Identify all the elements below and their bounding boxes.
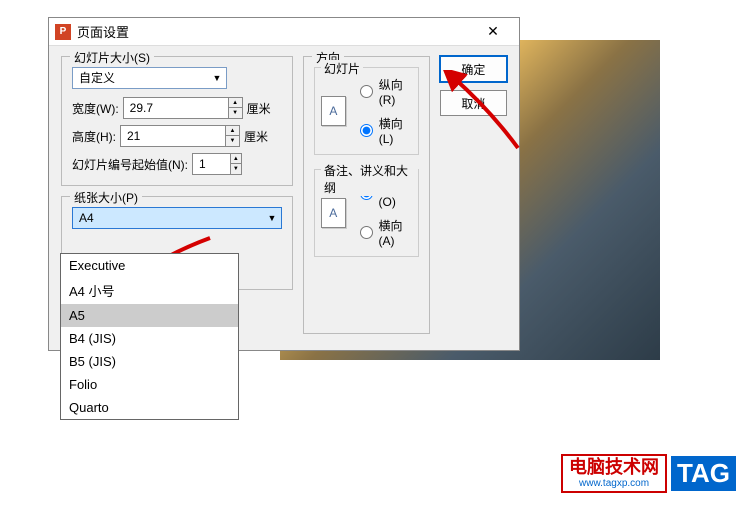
notes-subgroup-label: 备注、讲义和大纲 xyxy=(321,162,418,196)
paper-size-combo[interactable]: A4 ▼ xyxy=(72,207,282,229)
startnum-spinner[interactable]: ▲▼ xyxy=(192,153,242,175)
radio-portrait-r[interactable]: 纵向(R) xyxy=(360,76,412,107)
chevron-down-icon: ▼ xyxy=(263,213,281,223)
slide-subgroup-label: 幻灯片 xyxy=(321,60,363,77)
orientation-icon: A xyxy=(321,198,346,228)
chevron-down-icon: ▼ xyxy=(208,73,226,83)
spin-down-icon[interactable]: ▼ xyxy=(231,164,241,174)
width-input[interactable] xyxy=(124,101,228,115)
height-label: 高度(H): xyxy=(72,128,116,145)
dropdown-item[interactable]: A5 xyxy=(61,304,238,327)
dropdown-item[interactable]: A4 小号 xyxy=(61,277,238,304)
radio-landscape-a[interactable]: 横向(A) xyxy=(360,217,412,248)
spin-down-icon[interactable]: ▼ xyxy=(229,108,242,118)
width-label: 宽度(W): xyxy=(72,100,119,117)
height-input[interactable] xyxy=(121,129,225,143)
radio-landscape-l[interactable]: 横向(L) xyxy=(360,115,412,146)
dropdown-item[interactable]: B4 (JIS) xyxy=(61,327,238,350)
dropdown-item[interactable]: Executive xyxy=(61,254,238,277)
cancel-button[interactable]: 取消 xyxy=(440,90,507,116)
slide-size-group: 幻灯片大小(S) 自定义 ▼ 宽度(W): ▲▼ 厘米 高度(H): xyxy=(61,56,293,186)
dialog-title: 页面设置 xyxy=(77,22,473,41)
slide-size-value: 自定义 xyxy=(73,68,208,88)
orientation-icon: A xyxy=(321,96,346,126)
slide-orientation-subgroup: 幻灯片 A 纵向(R) 横向(L) xyxy=(314,67,419,155)
paper-size-value: A4 xyxy=(73,208,263,228)
notes-orientation-subgroup: 备注、讲义和大纲 A 纵向(O) 横向(A) xyxy=(314,169,419,257)
dropdown-item[interactable]: B5 (JIS) xyxy=(61,350,238,373)
watermark: 电脑技术网 www.tagxp.com TAG xyxy=(561,454,736,493)
width-spinner[interactable]: ▲▼ xyxy=(123,97,243,119)
dropdown-item[interactable]: Quarto xyxy=(61,396,238,419)
ok-button[interactable]: 确定 xyxy=(440,56,507,82)
startnum-label: 幻灯片编号起始值(N): xyxy=(72,156,188,173)
paper-size-label: 纸张大小(P) xyxy=(70,189,142,206)
height-spinner[interactable]: ▲▼ xyxy=(120,125,240,147)
slide-size-label: 幻灯片大小(S) xyxy=(70,49,154,66)
paper-size-dropdown[interactable]: Executive A4 小号 A5 B4 (JIS) B5 (JIS) Fol… xyxy=(60,253,239,420)
slide-size-combo[interactable]: 自定义 ▼ xyxy=(72,67,227,89)
watermark-logo: 电脑技术网 www.tagxp.com xyxy=(561,454,667,493)
watermark-tag: TAG xyxy=(671,456,736,491)
close-button[interactable]: ✕ xyxy=(473,19,513,45)
spin-up-icon[interactable]: ▲ xyxy=(231,154,241,164)
orientation-group: 方向 幻灯片 A 纵向(R) 横向(L) 备注、讲义和大纲 A xyxy=(303,56,430,334)
startnum-input[interactable] xyxy=(193,157,230,171)
width-unit: 厘米 xyxy=(247,100,271,117)
height-unit: 厘米 xyxy=(244,128,268,145)
spin-up-icon[interactable]: ▲ xyxy=(226,126,239,136)
spin-up-icon[interactable]: ▲ xyxy=(229,98,242,108)
dropdown-item[interactable]: Folio xyxy=(61,373,238,396)
titlebar: P 页面设置 ✕ xyxy=(49,18,519,46)
app-icon: P xyxy=(55,24,71,40)
spin-down-icon[interactable]: ▼ xyxy=(226,136,239,146)
